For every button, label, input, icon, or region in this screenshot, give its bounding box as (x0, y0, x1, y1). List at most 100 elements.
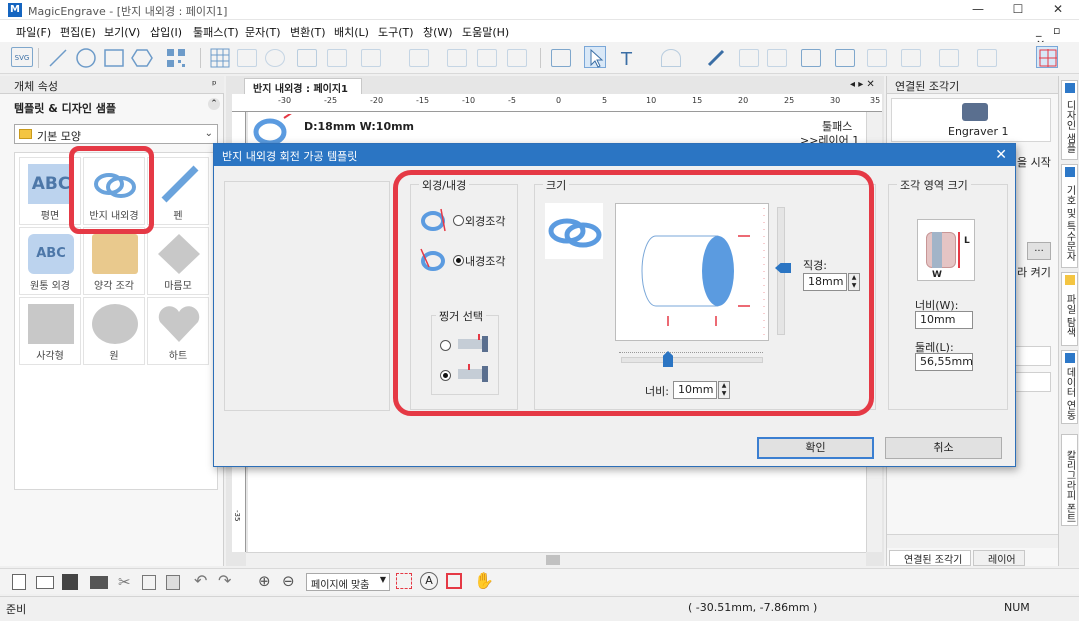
dialog-close-button[interactable]: ✕ (995, 147, 1007, 163)
rectangle-tool-button[interactable] (102, 46, 124, 68)
cut-icon[interactable]: ✂ (118, 573, 131, 591)
template-tile-heart[interactable]: 하트 (147, 297, 209, 365)
line-tool-button[interactable] (46, 46, 68, 68)
template-tile-cylinder[interactable]: ABC 원통 외경 (19, 227, 81, 295)
ungroup-button[interactable] (476, 46, 498, 68)
open-folder-icon[interactable] (36, 576, 54, 589)
diagram-l-label: L (964, 236, 970, 246)
circle-icon (92, 304, 138, 344)
menu-text[interactable]: 문자(T) (245, 24, 281, 40)
font-ab-button[interactable] (738, 46, 760, 68)
template-tile-relief[interactable]: 양각 조각 (83, 227, 145, 295)
close-button[interactable]: ✕ (1038, 0, 1078, 20)
menu-insert[interactable]: 삽입(I) (150, 24, 182, 40)
rotate-button[interactable] (264, 46, 286, 68)
document-tab[interactable]: 반지 내외경 : 페이지1 (244, 78, 362, 95)
template-category-select[interactable]: 기본 모양 ⌄ (14, 124, 218, 144)
template-tile-diamond[interactable]: 마름모 (147, 227, 209, 295)
browse-button[interactable]: ... (1027, 242, 1051, 260)
printer-icon[interactable] (90, 576, 108, 589)
svg-import-button[interactable]: SVG (10, 46, 33, 68)
highlight-ring-template (69, 146, 154, 234)
group-button[interactable] (446, 46, 468, 68)
ruler-label: 35 (870, 96, 881, 105)
minimize-button[interactable]: — (958, 0, 998, 20)
panel-scrollbar[interactable] (887, 534, 1059, 548)
redo-icon[interactable]: ↷ (218, 571, 231, 590)
font-abc-button[interactable] (766, 46, 788, 68)
print-button[interactable] (866, 46, 888, 68)
paste-icon[interactable] (166, 575, 180, 590)
save-icon[interactable] (62, 574, 78, 590)
frame3-button[interactable] (976, 46, 998, 68)
tab-layer[interactable]: 레이어 (973, 550, 1025, 566)
eraser-button[interactable] (834, 46, 856, 68)
folder-icon (19, 129, 32, 139)
pan-hand-icon[interactable]: ✋ (474, 571, 494, 590)
svg-text:T: T (620, 49, 633, 69)
arc-text-button[interactable] (660, 46, 682, 68)
text-tool-button[interactable]: T (616, 46, 638, 70)
measure-button[interactable] (326, 46, 348, 68)
side-tab-symbols[interactable]: 기호 및 특수문자 (1061, 164, 1078, 268)
cancel-button[interactable]: 취소 (885, 437, 1002, 459)
collapse-icon[interactable]: ⌃ (208, 98, 220, 110)
undo-icon[interactable]: ↶ (194, 571, 207, 590)
template-tile-circle[interactable]: 원 (83, 297, 145, 365)
pin-icon[interactable]: ᵖ (212, 78, 217, 91)
template-tile-rectangle[interactable]: 사각형 (19, 297, 81, 365)
start-label: 을 시작 (1017, 156, 1051, 169)
frame-icon (901, 49, 921, 67)
toolbar-separator (540, 48, 541, 68)
menu-tools[interactable]: 도구(T) (378, 24, 414, 40)
frame-button[interactable] (900, 46, 922, 68)
svg-icon: SVG (11, 47, 33, 67)
menu-arrange[interactable]: 배치(L) (334, 24, 369, 40)
template-tile-pen[interactable]: 펜 (147, 157, 209, 225)
align-button[interactable] (408, 46, 430, 68)
circle-tool-button[interactable] (74, 46, 96, 68)
grid-button[interactable] (208, 46, 230, 68)
select-tool-button[interactable] (584, 46, 606, 68)
ruler-label: 30 (830, 96, 841, 105)
new-file-icon[interactable] (12, 574, 26, 590)
engraver-card[interactable]: Engraver 1 (891, 98, 1051, 142)
zoom-text-icon[interactable]: A (420, 572, 438, 590)
pen-tool-button[interactable] (704, 46, 726, 68)
scroll-thumb[interactable] (546, 555, 560, 565)
side-tab-data-link[interactable]: 데이터 연동 (1061, 350, 1078, 424)
image-button[interactable] (800, 46, 822, 68)
tab-navigation[interactable]: ◂ ▸ ✕ (850, 79, 875, 90)
side-tab-file-explorer[interactable]: 파일 탐색 (1061, 272, 1078, 346)
copy-icon[interactable] (142, 575, 156, 590)
menu-edit[interactable]: 편집(E) (60, 24, 96, 40)
menu-file[interactable]: 파일(F) (16, 24, 51, 40)
maximize-button[interactable]: ☐ (998, 0, 1038, 20)
horizontal-scrollbar[interactable] (246, 552, 866, 566)
text-outline-button[interactable] (296, 46, 318, 68)
menu-view[interactable]: 보기(V) (104, 24, 140, 40)
side-tab-design-samples[interactable]: 디자인 샘플 (1061, 80, 1078, 160)
zoom-select[interactable]: 페이지에 맞춤 ▼ (306, 573, 390, 591)
menu-help[interactable]: 도움말(H) (462, 24, 509, 40)
menu-transform[interactable]: 변환(T) (290, 24, 326, 40)
mirror-button[interactable] (236, 46, 258, 68)
zoom-in-icon[interactable]: ⊕ (258, 572, 271, 590)
combine-button[interactable] (506, 46, 528, 68)
menu-window[interactable]: 창(W) (423, 24, 453, 40)
ring-object-icon (253, 114, 292, 146)
menu-toolpath[interactable]: 툴패스(T) (193, 24, 239, 40)
tab-connected-engraver[interactable]: 연결된 조각기 (889, 550, 971, 566)
ok-button[interactable]: 확인 (757, 437, 874, 459)
zoom-out-icon[interactable]: ⊖ (282, 572, 295, 590)
side-tab-calligraphy[interactable]: 칼리그라피 폰트 (1061, 434, 1078, 526)
polygon-tool-button[interactable] (130, 46, 153, 68)
zoom-fit-icon[interactable] (446, 573, 462, 589)
crosshair-button[interactable] (1036, 46, 1058, 68)
frame2-button[interactable] (938, 46, 960, 68)
layout-button[interactable] (550, 46, 572, 68)
zoom-region-icon[interactable] (396, 573, 412, 589)
shape-edit-button[interactable] (360, 46, 382, 68)
ruler-label: -15 (416, 96, 430, 105)
qrcode-tool-button[interactable] (164, 46, 186, 68)
